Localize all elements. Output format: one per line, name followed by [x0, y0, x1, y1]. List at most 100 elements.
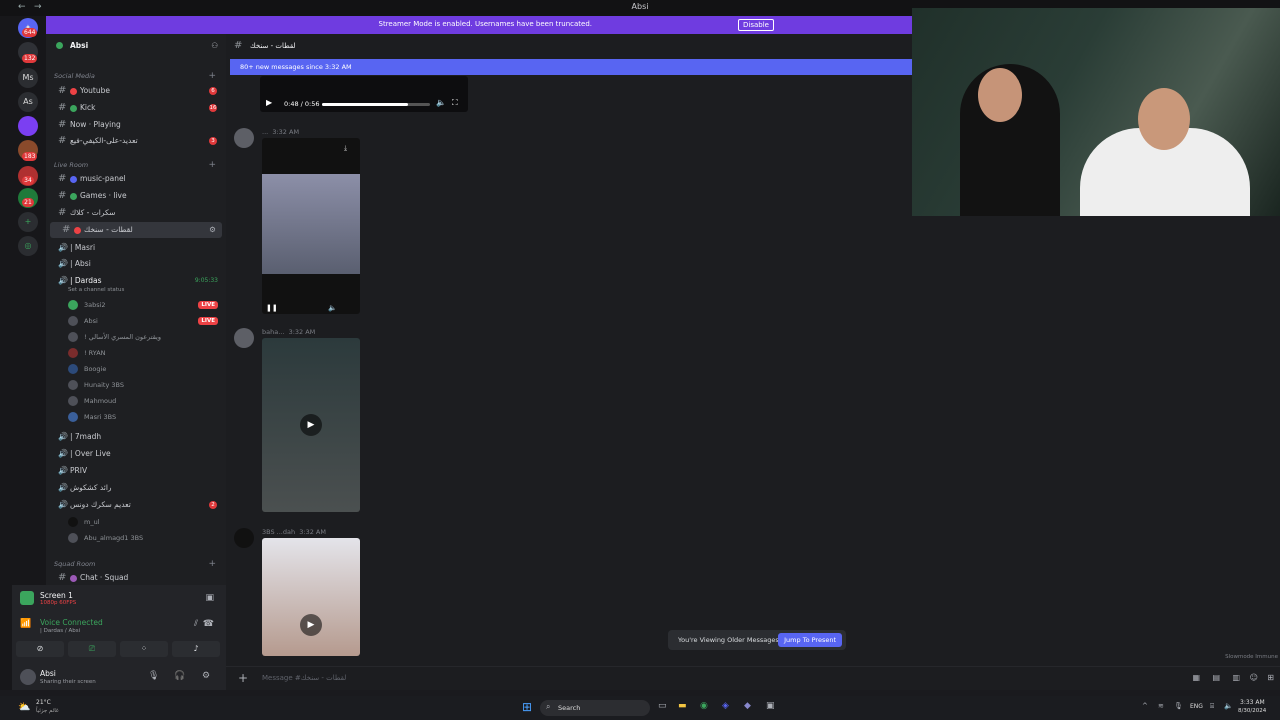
user-avatar[interactable] [20, 669, 36, 685]
voice-channel[interactable]: 🔊 | 7madh [46, 429, 226, 445]
windows-start-icon[interactable]: ⊞ [522, 700, 532, 714]
gift-icon[interactable]: ▦ [1192, 673, 1200, 682]
tray-chevron-icon[interactable]: ^ [1142, 702, 1148, 710]
video-attachment[interactable]: ▶ [262, 538, 360, 656]
channel-chat-squad[interactable]: # Chat · Squad [46, 570, 226, 586]
audio-progress[interactable] [322, 103, 430, 106]
wifi-icon[interactable]: ≋ [1158, 702, 1164, 710]
volume-icon[interactable]: 🔈 [328, 304, 337, 312]
add-attachment-icon[interactable]: + [238, 671, 248, 685]
search-box[interactable]: ⌕ Search [540, 700, 650, 716]
voice-channel[interactable]: 🔊 تعديم سكرك دونس 2 [46, 497, 226, 513]
task-view-icon[interactable]: ▭ [658, 701, 667, 711]
user-settings-icon[interactable]: ⚙ [202, 671, 210, 681]
emoji-icon[interactable]: ☺ [1250, 673, 1258, 682]
headphones-icon[interactable]: 🎧 [174, 671, 185, 681]
voice-user[interactable]: ! RYAN [46, 345, 226, 361]
steam-icon[interactable]: ◆ [744, 701, 751, 711]
voice-channel[interactable]: 🔊 | Over Live [46, 446, 226, 462]
noise-suppression-icon[interactable]: ⫽ [194, 619, 198, 629]
voice-user[interactable]: Masri 3BS [46, 409, 226, 425]
channel-kick[interactable]: # Kick 16 [46, 100, 226, 116]
voice-user[interactable]: Hunaity 3BS [46, 377, 226, 393]
voice-user[interactable]: m_ul [46, 514, 226, 530]
voice-status[interactable]: Voice Connected [40, 618, 103, 627]
message-author[interactable]: 3BS ...dah 3:32 AM [262, 528, 326, 536]
add-member-icon[interactable]: ⚇ [211, 38, 218, 54]
voice-channel-masri[interactable]: 🔊 | Masri [46, 240, 226, 256]
explore-icon[interactable]: ◎ [18, 236, 38, 256]
chrome-icon[interactable]: ◉ [700, 701, 708, 711]
voice-user[interactable]: ! ويقترعون المسري الأسالي [46, 329, 226, 345]
voice-channel[interactable]: 🔊 رائد كشكوش [46, 480, 226, 496]
message-author[interactable]: ... 3:32 AM [262, 128, 299, 136]
add-server-icon[interactable]: + [18, 212, 38, 232]
server-as[interactable]: As [18, 92, 38, 112]
server-ms[interactable]: Ms [18, 68, 38, 88]
new-messages-bar[interactable]: 80+ new messages since 3:32 AM [230, 59, 930, 75]
server-header[interactable]: Absi ⚇ [46, 38, 226, 54]
language-indicator[interactable]: ENG [1190, 703, 1203, 710]
voice-user[interactable]: Boogie [46, 361, 226, 377]
video-attachment[interactable]: ▶ [262, 338, 360, 512]
sticker-icon[interactable]: ▥ [1232, 673, 1240, 682]
message-composer[interactable]: + Message #لقطات - سنخك ▦ ▤ ▥ ☺ ⊞ [226, 666, 1280, 688]
mic-tray-icon[interactable]: 🎙 [1174, 702, 1183, 710]
voice-channel-absi[interactable]: 🔊 | Absi [46, 256, 226, 272]
add-channel-icon[interactable]: + [208, 68, 216, 84]
discord-taskbar-icon[interactable]: ◈ [722, 701, 729, 711]
share-screen-button[interactable]: ⎚ [68, 641, 116, 657]
channel-arabic[interactable]: # تعديد-على-الكيفي-فيع 3 [46, 133, 226, 149]
voice-user[interactable]: 3absi2 LIVE [46, 297, 226, 313]
settings-icon[interactable]: ⚙ [209, 222, 216, 238]
server-icon[interactable] [18, 116, 38, 136]
activities-button[interactable]: ⁘ [120, 641, 168, 657]
disable-button[interactable]: Disable [738, 19, 774, 31]
channel-games-live[interactable]: # Games · live [46, 188, 226, 204]
user-name: Abu_almagd1 3BS [84, 534, 144, 542]
channel-clips[interactable]: # سكرات - كلاك [46, 205, 226, 221]
clock-date[interactable]: 8/30/2024 [1238, 708, 1266, 714]
channel-status-hint[interactable]: Set a channel status [46, 284, 226, 296]
message-input[interactable]: Message #لقطات - سنخك [262, 674, 346, 682]
channel-youtube[interactable]: # Youtube 6 [46, 83, 226, 99]
video-attachment[interactable]: ⤓ ❚❚ 🔈 [262, 138, 360, 314]
volume-icon[interactable]: 🔈 [436, 98, 446, 107]
voice-user[interactable]: Absi LIVE [46, 313, 226, 329]
popout-icon[interactable]: ▣ [205, 593, 214, 603]
voice-user[interactable]: Abu_almagd1 3BS [46, 530, 226, 546]
app-icon[interactable]: ▣ [766, 701, 775, 711]
channel-music-panel[interactable]: # music-panel [46, 171, 226, 187]
speaker-icon: 🔊 [58, 483, 68, 492]
avatar[interactable] [234, 328, 254, 348]
download-icon[interactable]: ⤓ [344, 144, 347, 153]
clock-time[interactable]: 3:33 AM [1240, 699, 1265, 706]
play-icon[interactable]: ▶ [300, 614, 322, 636]
jump-to-present-button[interactable]: Jump To Present [778, 633, 842, 647]
network-icon[interactable]: ⌸ [1210, 702, 1214, 711]
message-author[interactable]: baha... 3:32 AM [262, 328, 315, 336]
avatar[interactable] [234, 528, 254, 548]
category-social[interactable]: Social Media + [46, 68, 226, 84]
apps-icon[interactable]: ⊞ [1267, 673, 1274, 682]
play-icon[interactable]: ▶ [300, 414, 322, 436]
search-label: Search [558, 704, 581, 712]
channel-selected[interactable]: # لقطات - سنخك ⚙ [50, 222, 222, 238]
voice-channel[interactable]: 🔊 PRIV [46, 463, 226, 479]
channel-now-playing[interactable]: # Now · Playing [46, 117, 226, 133]
file-explorer-icon[interactable]: ▬ [678, 701, 687, 711]
gif-icon[interactable]: ▤ [1212, 673, 1220, 682]
microphone-icon[interactable]: 🎙 [148, 671, 159, 681]
volume-tray-icon[interactable]: 🔈 [1224, 702, 1233, 710]
voice-user[interactable]: Mahmoud [46, 393, 226, 409]
webcam-overlay [912, 8, 1280, 216]
soundboard-button[interactable]: ♪ [172, 641, 220, 657]
avatar[interactable] [234, 128, 254, 148]
fullscreen-icon[interactable]: ⛶ [452, 98, 458, 108]
camera-button[interactable]: ⊘ [16, 641, 64, 657]
audio-player[interactable]: ▶ 0:48 / 0:56 🔈 ⛶ [260, 76, 468, 112]
play-icon[interactable]: ▶ [266, 98, 272, 107]
pause-icon[interactable]: ❚❚ [266, 304, 278, 312]
channel-color-icon [70, 87, 77, 95]
disconnect-icon[interactable]: ☎ [203, 619, 214, 629]
